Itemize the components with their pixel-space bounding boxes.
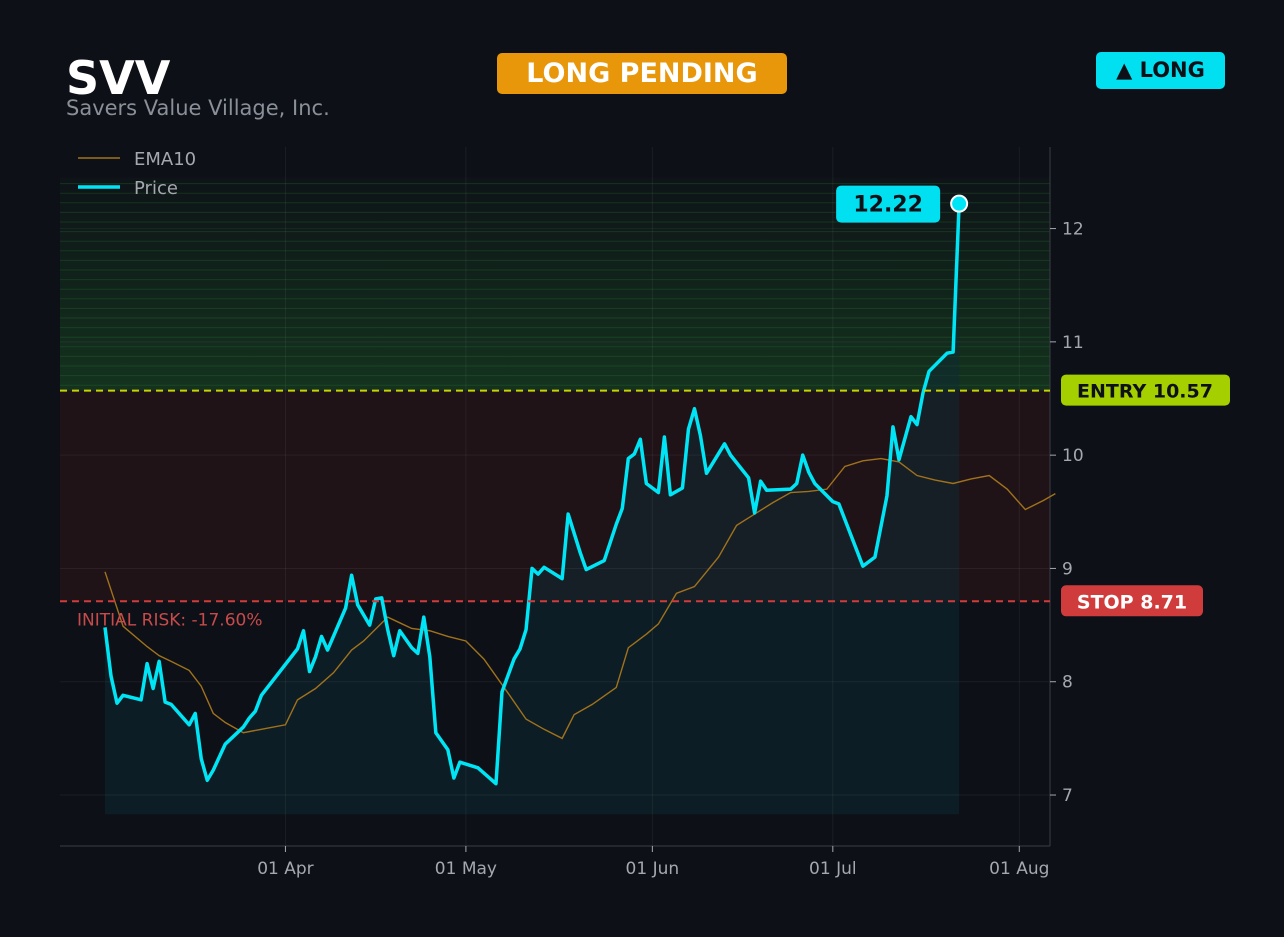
x-tick-label: 01 May xyxy=(435,859,497,879)
stop-label: STOP 8.71 xyxy=(1077,591,1187,613)
x-tick-label: 01 Apr xyxy=(257,859,313,879)
legend-label-ema: EMA10 xyxy=(134,149,196,170)
y-tick-label: 10 xyxy=(1062,446,1084,466)
y-tick-label: 8 xyxy=(1062,673,1073,693)
y-tick-label: 11 xyxy=(1062,333,1084,353)
initial-risk-label: INITIAL RISK: -17.60% xyxy=(77,610,263,630)
entry-label: ENTRY 10.57 xyxy=(1077,381,1213,403)
x-tick-label: 01 Jul xyxy=(809,859,857,879)
y-tick-label: 12 xyxy=(1062,220,1084,240)
x-tick-label: 01 Aug xyxy=(989,859,1049,879)
x-tick-label: 01 Jun xyxy=(626,859,680,879)
last-price-dot xyxy=(950,194,969,213)
last-price-label: 12.22 xyxy=(853,193,923,218)
price-chart: 78910111201 Apr 01 May 01 Jun 01 Jul 01 Aug … xyxy=(60,147,1230,879)
y-tick-label: 9 xyxy=(1062,559,1073,579)
legend-label-price: Price xyxy=(134,178,178,199)
y-tick-label: 7 xyxy=(1062,786,1073,806)
